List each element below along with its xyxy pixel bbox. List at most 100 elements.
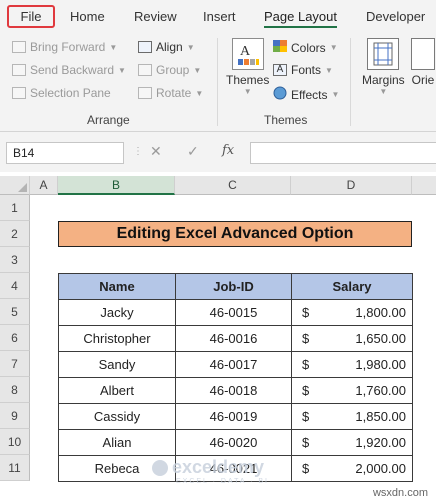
tab-developer[interactable]: Developer bbox=[366, 9, 425, 24]
header-cell-salary[interactable]: Salary bbox=[291, 273, 413, 300]
column-header-a[interactable]: A bbox=[30, 176, 58, 195]
chevron-down-icon: ▼ bbox=[379, 87, 388, 96]
column-header-e[interactable] bbox=[412, 176, 436, 195]
name-cell[interactable]: Jacky bbox=[58, 299, 176, 326]
align-label: Align bbox=[156, 40, 183, 54]
row-header[interactable]: 3 bbox=[0, 247, 30, 273]
salary-cell[interactable]: $1,920.00 bbox=[291, 429, 413, 456]
tab-home[interactable]: Home bbox=[70, 9, 105, 24]
row-header[interactable]: 7 bbox=[0, 351, 30, 377]
name-cell[interactable]: Alian bbox=[58, 429, 176, 456]
currency-symbol: $ bbox=[302, 409, 310, 424]
orientation-label: Orie bbox=[411, 73, 435, 87]
salary-value: 1,800.00 bbox=[355, 305, 406, 320]
table-row: Christopher 46-0016 $1,650.00 bbox=[58, 325, 413, 352]
salary-cell[interactable]: $1,800.00 bbox=[291, 299, 413, 326]
tab-page-layout[interactable]: Page Layout bbox=[264, 9, 338, 28]
table-row: Sandy 46-0017 $1,980.00 bbox=[58, 351, 413, 378]
salary-cell[interactable]: $1,650.00 bbox=[291, 325, 413, 352]
row-header[interactable]: 11 bbox=[0, 455, 30, 481]
table-row: Albert 46-0018 $1,760.00 bbox=[58, 377, 413, 404]
margins-label: Margins bbox=[362, 73, 405, 87]
send-backward-button[interactable]: Send Backward ▼ bbox=[12, 63, 126, 77]
row-header[interactable]: 1 bbox=[0, 195, 30, 221]
job-id-cell[interactable]: 46-0018 bbox=[175, 377, 292, 404]
fonts-button[interactable]: A Fonts ▼ bbox=[273, 63, 333, 77]
exceldemy-watermark: exceldemy EXCEL · DATA · BI bbox=[152, 457, 269, 485]
column-header-b[interactable]: B bbox=[58, 176, 175, 195]
sheet-title-cell[interactable]: Editing Excel Advanced Option bbox=[58, 221, 412, 247]
name-box[interactable]: B14 bbox=[6, 142, 124, 164]
job-id-cell[interactable]: 46-0015 bbox=[175, 299, 292, 326]
bring-forward-button[interactable]: Bring Forward ▼ bbox=[12, 40, 117, 54]
chevron-down-icon: ▼ bbox=[109, 42, 118, 52]
salary-cell[interactable]: $1,980.00 bbox=[291, 351, 413, 378]
exceldemy-logo-icon bbox=[152, 460, 168, 477]
salary-cell[interactable]: $1,850.00 bbox=[291, 403, 413, 430]
rotate-label: Rotate bbox=[156, 86, 192, 100]
tab-review[interactable]: Review bbox=[134, 9, 177, 24]
table-row: Jacky 46-0015 $1,800.00 bbox=[58, 299, 413, 326]
formula-bar: B14 ⋮ ✕ ✓ fx bbox=[0, 132, 436, 172]
worksheet-grid: A B C D 1 2 3 4 5 6 7 8 9 10 11 Editing … bbox=[0, 172, 436, 503]
selection-pane-button[interactable]: Selection Pane bbox=[12, 86, 111, 100]
salary-cell[interactable]: $1,760.00 bbox=[291, 377, 413, 404]
row-header[interactable]: 4 bbox=[0, 273, 30, 299]
align-button[interactable]: Align ▼ bbox=[138, 40, 195, 54]
salary-value: 2,000.00 bbox=[355, 461, 406, 476]
job-id-cell[interactable]: 46-0020 bbox=[175, 429, 292, 456]
insert-function-icon[interactable]: fx bbox=[222, 143, 234, 158]
themes-button[interactable]: A Themes ▼ bbox=[226, 38, 269, 96]
currency-symbol: $ bbox=[302, 461, 310, 476]
column-header-d[interactable]: D bbox=[291, 176, 412, 195]
selection-pane-label: Selection Pane bbox=[30, 86, 111, 100]
effects-icon bbox=[273, 86, 287, 103]
row-header[interactable]: 5 bbox=[0, 299, 30, 325]
job-id-cell[interactable]: 46-0017 bbox=[175, 351, 292, 378]
chevron-down-icon: ▼ bbox=[195, 88, 204, 98]
chevron-down-icon: ▼ bbox=[331, 90, 340, 99]
effects-button[interactable]: Effects ▼ bbox=[273, 86, 339, 103]
align-icon bbox=[138, 41, 152, 53]
colors-button[interactable]: Colors ▼ bbox=[273, 40, 338, 55]
row-header[interactable]: 6 bbox=[0, 325, 30, 351]
orientation-button[interactable]: Orie bbox=[410, 38, 436, 87]
currency-symbol: $ bbox=[302, 305, 310, 320]
group-label: Group bbox=[156, 63, 190, 77]
row-header[interactable]: 2 bbox=[0, 221, 30, 247]
salary-cell[interactable]: $2,000.00 bbox=[291, 455, 413, 482]
rotate-button[interactable]: Rotate ▼ bbox=[138, 86, 203, 100]
row-header[interactable]: 8 bbox=[0, 377, 30, 403]
column-header-c[interactable]: C bbox=[175, 176, 291, 195]
cancel-icon[interactable]: ✕ bbox=[150, 143, 162, 160]
group-icon bbox=[138, 64, 152, 76]
salary-value: 1,850.00 bbox=[355, 409, 406, 424]
job-id-cell[interactable]: 46-0016 bbox=[175, 325, 292, 352]
margins-button[interactable]: Margins ▼ bbox=[362, 38, 405, 96]
themes-group-label: Themes bbox=[264, 113, 308, 127]
chevron-down-icon: ▼ bbox=[118, 65, 126, 75]
tab-insert[interactable]: Insert bbox=[203, 9, 236, 24]
tab-file[interactable]: File bbox=[7, 5, 55, 28]
table-row: Alian 46-0020 $1,920.00 bbox=[58, 429, 413, 456]
name-cell[interactable]: Albert bbox=[58, 377, 176, 404]
job-id-cell[interactable]: 46-0019 bbox=[175, 403, 292, 430]
site-credit: wsxdn.com bbox=[372, 487, 428, 499]
select-all-corner[interactable] bbox=[0, 176, 30, 195]
name-cell[interactable]: Sandy bbox=[58, 351, 176, 378]
namebox-divider-icon: ⋮ bbox=[133, 146, 143, 157]
formula-input[interactable] bbox=[250, 142, 436, 164]
orientation-icon bbox=[411, 38, 435, 70]
currency-symbol: $ bbox=[302, 383, 310, 398]
group-button[interactable]: Group ▼ bbox=[138, 63, 201, 77]
enter-icon[interactable]: ✓ bbox=[187, 143, 199, 160]
name-cell[interactable]: Christopher bbox=[58, 325, 176, 352]
header-cell-job-id[interactable]: Job-ID bbox=[175, 273, 292, 300]
fonts-label: Fonts bbox=[291, 63, 322, 77]
name-cell[interactable]: Cassidy bbox=[58, 403, 176, 430]
row-header[interactable]: 9 bbox=[0, 403, 30, 429]
row-header[interactable]: 10 bbox=[0, 429, 30, 455]
header-cell-name[interactable]: Name bbox=[58, 273, 176, 300]
effects-label: Effects bbox=[291, 87, 328, 102]
chevron-down-icon: ▼ bbox=[193, 65, 202, 75]
